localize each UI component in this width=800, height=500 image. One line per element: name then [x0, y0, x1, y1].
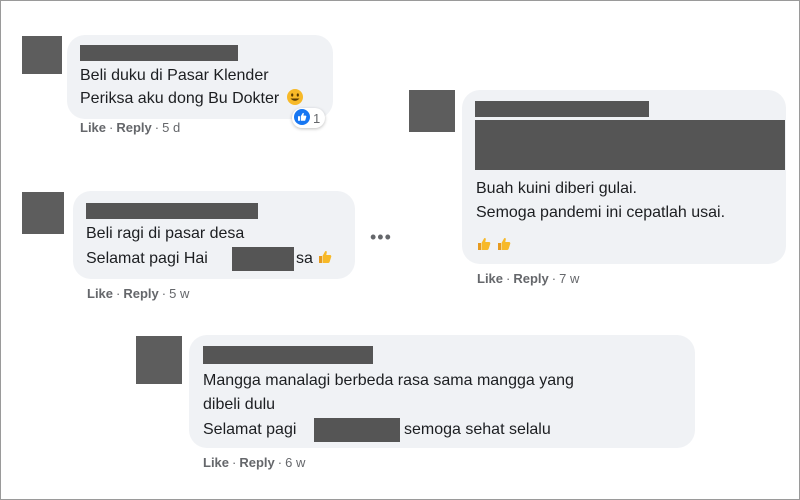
more-options-icon[interactable]: ••• — [370, 228, 392, 246]
thumbs-up-emoji-icon — [317, 250, 333, 267]
comment-text-line: Mangga manalagi berbeda rasa sama mangga… — [203, 372, 574, 389]
comment-text: sa — [296, 250, 313, 267]
reply-button[interactable]: Reply — [239, 455, 274, 470]
comment-actions: Like · Reply · 7 w — [477, 271, 580, 286]
redacted-content — [475, 120, 785, 170]
redacted-commenter-name[interactable] — [475, 101, 649, 117]
redacted-commenter-name[interactable] — [80, 45, 238, 61]
like-button[interactable]: Like — [87, 286, 113, 301]
timestamp[interactable]: 5 w — [169, 286, 189, 301]
like-button[interactable]: Like — [80, 120, 106, 135]
timestamp[interactable]: 5 d — [162, 120, 180, 135]
timestamp[interactable]: 7 w — [559, 271, 579, 286]
comment-text: Selamat pagi Hai — [86, 250, 208, 267]
redacted-commenter-name[interactable] — [86, 203, 258, 219]
like-reaction-icon — [294, 108, 310, 128]
reaction-count[interactable]: 1 — [292, 108, 326, 128]
comment-text-line: Selamat pagi — [203, 421, 297, 438]
avatar[interactable] — [136, 336, 182, 384]
thumbs-up-emoji-icon — [496, 237, 512, 254]
comment-text-line: sa — [296, 249, 333, 269]
reply-button[interactable]: Reply — [513, 271, 548, 286]
comment-text-line: Periksa aku dong Bu Dokter — [80, 88, 304, 109]
comment-actions: Like · Reply · 5 d — [80, 120, 181, 135]
comment-actions: Like · Reply · 6 w — [203, 455, 306, 470]
reply-button[interactable]: Reply — [116, 120, 151, 135]
thumbs-up-emoji-pair — [476, 236, 512, 256]
comment-text-line: Semoga pandemi ini cepatlah usai. — [476, 204, 726, 221]
smiley-emoji-icon — [284, 89, 304, 107]
comment-text-line: semoga sehat selalu — [404, 421, 551, 438]
redacted-name — [314, 418, 400, 442]
comment-text-line: dibeli dulu — [203, 396, 276, 413]
timestamp[interactable]: 6 w — [285, 455, 305, 470]
avatar[interactable] — [22, 192, 64, 234]
comment-text-line: Beli ragi di pasar desa — [86, 225, 245, 242]
thumbs-up-emoji-icon — [476, 237, 496, 254]
redacted-name — [232, 247, 294, 271]
reply-button[interactable]: Reply — [123, 286, 158, 301]
comment-text: Periksa aku dong Bu Dokter — [80, 90, 280, 107]
comment-text-line: Selamat pagi Hai — [86, 249, 208, 269]
comment-actions: Like · Reply · 5 w — [87, 286, 190, 301]
like-button[interactable]: Like — [477, 271, 503, 286]
avatar[interactable] — [22, 36, 62, 74]
comment-text-line: Buah kuini diberi gulai. — [476, 180, 637, 197]
avatar[interactable] — [409, 90, 455, 132]
like-button[interactable]: Like — [203, 455, 229, 470]
redacted-commenter-name[interactable] — [203, 346, 373, 364]
comment-text-line: Beli duku di Pasar Klender — [80, 67, 269, 84]
reaction-count-number: 1 — [313, 110, 321, 126]
